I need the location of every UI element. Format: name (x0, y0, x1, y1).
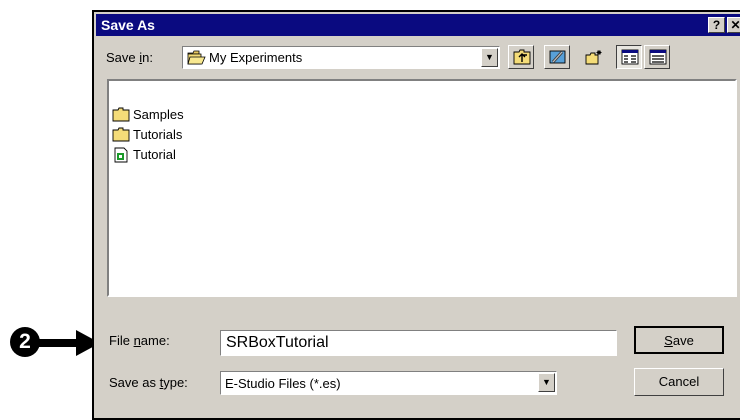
document-icon (114, 147, 128, 163)
open-folder-icon (187, 50, 206, 65)
step-number-marker: 2 (10, 327, 40, 357)
file-list[interactable]: Samples Tutorials Tutorial (107, 79, 737, 297)
file-name-label: File name: (109, 333, 170, 348)
list-view-icon (621, 49, 639, 65)
callout-arrow-icon (38, 330, 100, 356)
file-name-text: Tutorial (133, 147, 176, 162)
list-view-button[interactable] (616, 45, 642, 69)
chevron-down-icon[interactable]: ▼ (481, 48, 498, 67)
desktop-icon (549, 50, 566, 64)
details-view-button[interactable] (644, 45, 670, 69)
new-folder-button[interactable] (580, 45, 606, 69)
save-type-value: E-Studio Files (*.es) (225, 376, 341, 391)
file-name-text: Tutorials (133, 127, 183, 142)
help-button[interactable]: ? (708, 17, 725, 33)
folder-icon (112, 107, 130, 122)
desktop-button[interactable] (544, 45, 570, 69)
save-button[interactable]: Save (634, 326, 724, 354)
close-button[interactable]: ✕ (727, 17, 740, 33)
title-bar: Save As ? ✕ (96, 14, 740, 36)
up-one-level-button[interactable] (508, 45, 534, 69)
dialog-title: Save As (101, 17, 155, 33)
save-in-dropdown[interactable]: My Experiments ▼ (182, 46, 500, 69)
cancel-button[interactable]: Cancel (634, 368, 724, 396)
new-folder-icon (585, 50, 602, 65)
file-name-field[interactable]: SRBoxTutorial (220, 330, 617, 356)
save-type-label: Save as type: (109, 375, 188, 390)
file-name-value: SRBoxTutorial (226, 334, 329, 351)
save-in-label: Save in: (106, 50, 153, 65)
folder-icon (112, 127, 130, 142)
save-in-value: My Experiments (209, 50, 303, 65)
chevron-down-icon[interactable]: ▼ (538, 373, 555, 392)
folder-up-icon (513, 49, 531, 65)
save-type-dropdown[interactable]: E-Studio Files (*.es) ▼ (220, 371, 557, 395)
details-view-icon (649, 49, 667, 65)
file-name-text: Samples (133, 107, 184, 122)
save-as-dialog: Save As ? ✕ Save in: My Experiments ▼ Sa… (92, 10, 740, 420)
